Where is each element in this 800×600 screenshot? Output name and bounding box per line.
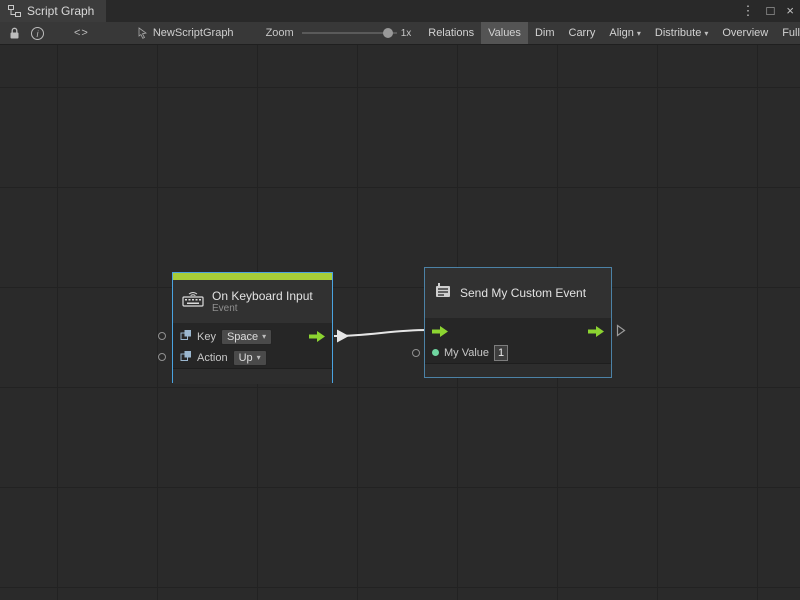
overview-button[interactable]: Overview xyxy=(715,22,775,45)
custom-event-icon xyxy=(434,282,452,304)
graph-reference[interactable]: NewScriptGraph xyxy=(137,27,234,39)
node-title: Send My Custom Event xyxy=(460,286,586,300)
node-footer xyxy=(173,368,332,384)
lock-icon[interactable] xyxy=(7,22,21,44)
node-body: Key Space ▾ Action xyxy=(173,323,332,368)
zoom-slider-handle[interactable] xyxy=(383,28,393,38)
key-port-label: Key xyxy=(197,331,216,343)
port-row-key: Key Space ▾ xyxy=(173,326,332,347)
my-value-port[interactable] xyxy=(412,349,420,357)
node-body: My Value 1 xyxy=(425,318,611,363)
zoom-label: Zoom xyxy=(266,27,294,39)
port-row-action: Action Up ▾ xyxy=(173,347,332,368)
node-on-keyboard-input[interactable]: On Keyboard Input Event Key Space ▾ xyxy=(172,272,333,383)
zoom-slider[interactable] xyxy=(302,22,397,44)
flow-continue-port[interactable] xyxy=(616,324,626,337)
port-row-flow xyxy=(425,321,611,342)
window-maximize-icon[interactable]: □ xyxy=(767,0,775,22)
graph-canvas[interactable]: On Keyboard Input Event Key Space ▾ xyxy=(0,45,800,600)
graph-name-label: NewScriptGraph xyxy=(153,27,234,39)
action-dropdown-value: Up xyxy=(239,352,253,364)
key-dropdown-value: Space xyxy=(227,331,258,343)
node-send-my-custom-event[interactable]: Send My Custom Event My Value 1 xyxy=(424,267,612,378)
window-close-icon[interactable]: × xyxy=(786,0,794,22)
info-icon[interactable]: i xyxy=(31,22,44,44)
key-value-port[interactable] xyxy=(158,332,166,340)
window-controls: ⋮ □ × xyxy=(742,0,794,22)
flow-output-port[interactable] xyxy=(588,326,604,337)
my-value-input[interactable]: 1 xyxy=(494,345,508,361)
values-button[interactable]: Values xyxy=(481,22,528,45)
chevron-down-icon: ▾ xyxy=(704,29,708,38)
node-header[interactable]: Send My Custom Event xyxy=(425,268,611,318)
chevron-down-icon: ▾ xyxy=(637,29,641,38)
action-port-label: Action xyxy=(197,352,228,364)
node-header[interactable]: On Keyboard Input Event xyxy=(173,280,332,323)
align-button[interactable]: Align ▾ xyxy=(602,22,647,45)
connection-wire[interactable] xyxy=(330,318,432,346)
carry-button[interactable]: Carry xyxy=(562,22,603,45)
node-subtitle: Event xyxy=(212,303,313,315)
node-title: On Keyboard Input xyxy=(212,289,313,303)
fullscreen-button[interactable]: Full Screen xyxy=(775,22,800,45)
action-dropdown[interactable]: Up ▾ xyxy=(233,350,267,366)
distribute-button[interactable]: Distribute▾ xyxy=(648,22,715,45)
tab-script-graph[interactable]: Script Graph xyxy=(0,0,106,22)
chevron-down-icon: ▾ xyxy=(257,353,261,362)
wire-arrowhead xyxy=(337,330,349,343)
event-accent-bar xyxy=(173,273,332,280)
distribute-button-label: Distribute xyxy=(655,27,701,39)
code-icon[interactable]: <> xyxy=(74,22,89,44)
graph-toolbar: i <> NewScriptGraph Zoom 1x Relations Va… xyxy=(0,22,800,45)
flow-output-port[interactable] xyxy=(309,331,325,342)
dim-button[interactable]: Dim xyxy=(528,22,562,45)
key-dropdown[interactable]: Space ▾ xyxy=(221,329,272,345)
value-port-dot xyxy=(432,349,439,356)
object-icon xyxy=(180,349,192,367)
action-value-port[interactable] xyxy=(158,353,166,361)
my-value-port-label: My Value xyxy=(444,347,489,359)
flow-input-port[interactable] xyxy=(432,326,448,337)
tab-title: Script Graph xyxy=(27,4,94,18)
object-icon xyxy=(180,328,192,346)
zoom-value: 1x xyxy=(401,28,412,39)
align-button-label: Align xyxy=(609,27,633,39)
chevron-down-icon: ▾ xyxy=(262,332,266,341)
keyboard-icon xyxy=(182,291,204,312)
window-tab-bar: Script Graph ⋮ □ × xyxy=(0,0,800,22)
graph-pointer-icon xyxy=(137,27,148,39)
relations-button[interactable]: Relations xyxy=(421,22,481,45)
port-row-my-value: My Value 1 xyxy=(425,342,611,363)
node-footer xyxy=(425,363,611,377)
window-menu-icon[interactable]: ⋮ xyxy=(742,0,755,22)
script-graph-icon xyxy=(8,5,21,17)
